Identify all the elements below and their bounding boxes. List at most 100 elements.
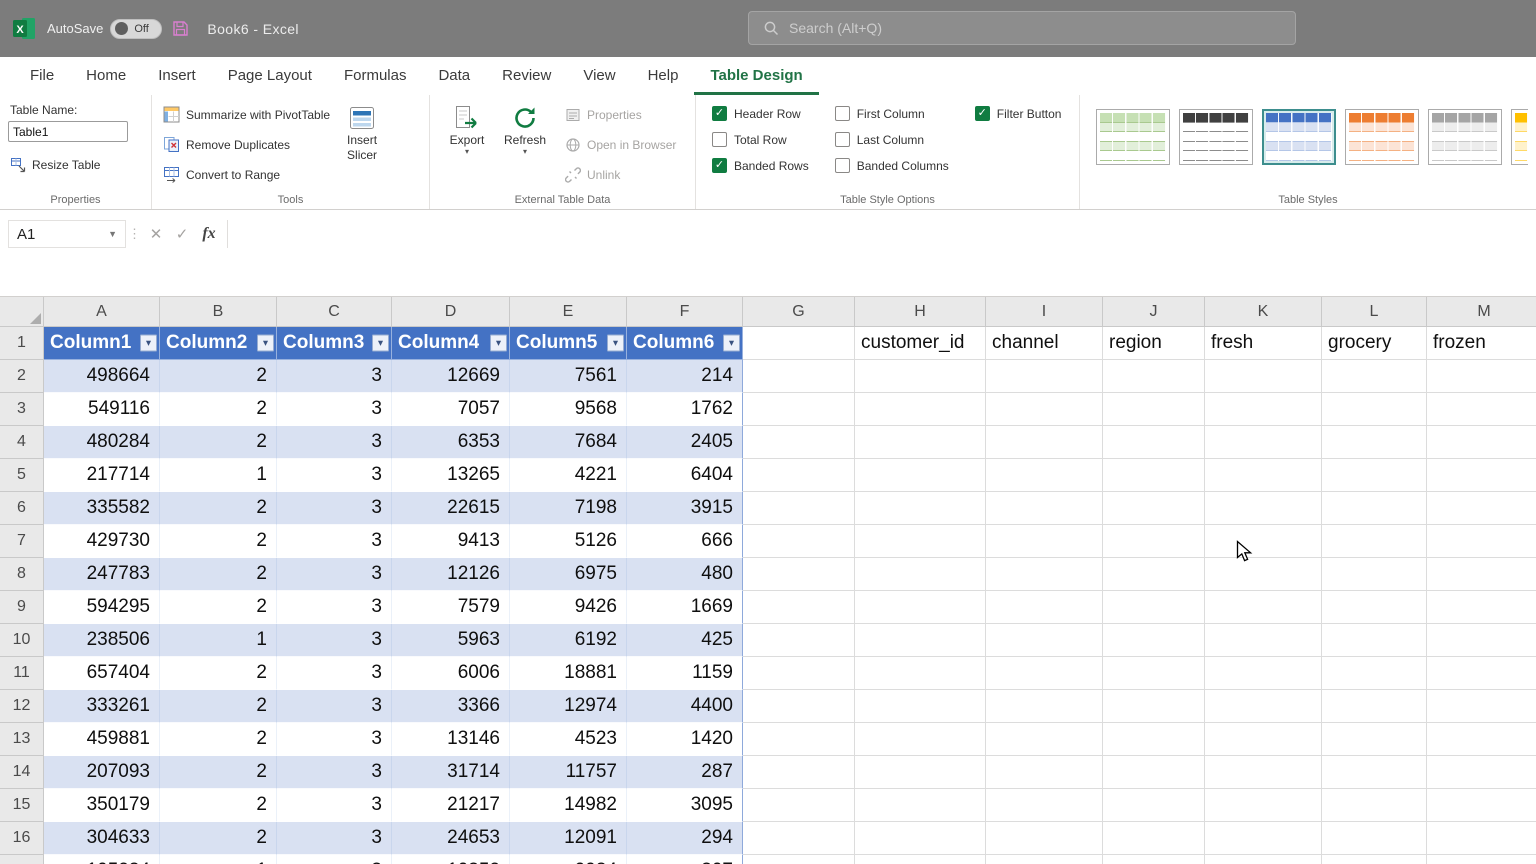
cell-L16[interactable] — [1322, 822, 1427, 855]
cell-L12[interactable] — [1322, 690, 1427, 723]
cell-H6[interactable] — [855, 492, 986, 525]
cell-I4[interactable] — [986, 426, 1103, 459]
cell-H13[interactable] — [855, 723, 986, 756]
cell-A1[interactable]: Column1▾ — [44, 327, 160, 360]
cell-K4[interactable] — [1205, 426, 1322, 459]
cell-M10[interactable] — [1427, 624, 1536, 657]
cell-G1[interactable] — [743, 327, 855, 360]
cell-J4[interactable] — [1103, 426, 1205, 459]
export-button[interactable]: Export ▾ — [438, 101, 496, 191]
row-header-15[interactable]: 15 — [0, 789, 44, 822]
cell-A12[interactable]: 333261 — [44, 690, 160, 723]
cell-B5[interactable]: 1 — [160, 459, 277, 492]
cell-J13[interactable] — [1103, 723, 1205, 756]
cell-L2[interactable] — [1322, 360, 1427, 393]
cell-B12[interactable]: 2 — [160, 690, 277, 723]
cell-G10[interactable] — [743, 624, 855, 657]
cell-D17[interactable]: 10352 — [392, 855, 510, 864]
cell-F3[interactable]: 1762 — [627, 393, 743, 426]
cell-J17[interactable] — [1103, 855, 1205, 864]
cell-F16[interactable]: 294 — [627, 822, 743, 855]
cell-M4[interactable] — [1427, 426, 1536, 459]
cell-H15[interactable] — [855, 789, 986, 822]
cell-I13[interactable] — [986, 723, 1103, 756]
cell-C7[interactable]: 3 — [277, 525, 392, 558]
cell-A6[interactable]: 335582 — [44, 492, 160, 525]
cell-B6[interactable]: 2 — [160, 492, 277, 525]
row-header-8[interactable]: 8 — [0, 558, 44, 591]
checkbox-filter-button[interactable]: ✓Filter Button — [975, 106, 1062, 121]
cell-M11[interactable] — [1427, 657, 1536, 690]
cell-I3[interactable] — [986, 393, 1103, 426]
save-icon[interactable] — [172, 20, 189, 37]
cell-E4[interactable]: 7684 — [510, 426, 627, 459]
table-style-medium-blue[interactable] — [1262, 109, 1336, 165]
column-header-G[interactable]: G — [743, 297, 855, 327]
cell-D10[interactable]: 5963 — [392, 624, 510, 657]
cell-K16[interactable] — [1205, 822, 1322, 855]
filter-button-column4[interactable]: ▾ — [490, 335, 507, 352]
cell-F11[interactable]: 1159 — [627, 657, 743, 690]
cell-C4[interactable]: 3 — [277, 426, 392, 459]
insert-slicer-button[interactable]: Insert Slicer — [333, 101, 391, 191]
button-remove-duplicates[interactable]: Remove Duplicates — [160, 133, 333, 156]
menu-tab-page-layout[interactable]: Page Layout — [212, 57, 328, 95]
cell-F13[interactable]: 1420 — [627, 723, 743, 756]
cell-G9[interactable] — [743, 591, 855, 624]
cell-B4[interactable]: 2 — [160, 426, 277, 459]
cell-M5[interactable] — [1427, 459, 1536, 492]
cell-A13[interactable]: 459881 — [44, 723, 160, 756]
cell-K10[interactable] — [1205, 624, 1322, 657]
cell-C5[interactable]: 3 — [277, 459, 392, 492]
cell-J10[interactable] — [1103, 624, 1205, 657]
cell-I11[interactable] — [986, 657, 1103, 690]
cell-K3[interactable] — [1205, 393, 1322, 426]
cell-K11[interactable] — [1205, 657, 1322, 690]
row-header-11[interactable]: 11 — [0, 657, 44, 690]
cell-C17[interactable]: 3 — [277, 855, 392, 864]
cell-B10[interactable]: 1 — [160, 624, 277, 657]
cell-E1[interactable]: Column5▾ — [510, 327, 627, 360]
cell-M14[interactable] — [1427, 756, 1536, 789]
cell-I15[interactable] — [986, 789, 1103, 822]
cell-D2[interactable]: 12669 — [392, 360, 510, 393]
cell-D14[interactable]: 31714 — [392, 756, 510, 789]
cell-B7[interactable]: 2 — [160, 525, 277, 558]
cell-G12[interactable] — [743, 690, 855, 723]
cell-C2[interactable]: 3 — [277, 360, 392, 393]
insert-function-icon[interactable]: fx — [195, 225, 223, 243]
cell-G15[interactable] — [743, 789, 855, 822]
cell-C16[interactable]: 3 — [277, 822, 392, 855]
cell-H1[interactable]: customer_id — [855, 327, 986, 360]
cell-J11[interactable] — [1103, 657, 1205, 690]
search-input[interactable]: Search (Alt+Q) — [748, 11, 1296, 45]
cell-J2[interactable] — [1103, 360, 1205, 393]
row-header-16[interactable]: 16 — [0, 822, 44, 855]
column-header-M[interactable]: M — [1427, 297, 1536, 327]
cell-E12[interactable]: 12974 — [510, 690, 627, 723]
cell-L6[interactable] — [1322, 492, 1427, 525]
cell-E13[interactable]: 4523 — [510, 723, 627, 756]
cell-A4[interactable]: 480284 — [44, 426, 160, 459]
cell-J1[interactable]: region — [1103, 327, 1205, 360]
cancel-icon[interactable]: ✕ — [143, 225, 169, 243]
cell-A17[interactable]: 105234 — [44, 855, 160, 864]
cell-A9[interactable]: 594295 — [44, 591, 160, 624]
cell-K14[interactable] — [1205, 756, 1322, 789]
cell-M1[interactable]: frozen — [1427, 327, 1536, 360]
cell-A7[interactable]: 429730 — [44, 525, 160, 558]
cell-M13[interactable] — [1427, 723, 1536, 756]
cell-D7[interactable]: 9413 — [392, 525, 510, 558]
resize-table-button[interactable]: Resize Table — [8, 155, 143, 175]
checkbox-banded-rows[interactable]: ✓Banded Rows — [712, 158, 809, 173]
cell-E11[interactable]: 18881 — [510, 657, 627, 690]
cell-G4[interactable] — [743, 426, 855, 459]
cell-L9[interactable] — [1322, 591, 1427, 624]
cell-L14[interactable] — [1322, 756, 1427, 789]
cell-I16[interactable] — [986, 822, 1103, 855]
cell-C12[interactable]: 3 — [277, 690, 392, 723]
cell-D9[interactable]: 7579 — [392, 591, 510, 624]
cell-F7[interactable]: 666 — [627, 525, 743, 558]
cell-G6[interactable] — [743, 492, 855, 525]
menu-tab-formulas[interactable]: Formulas — [328, 57, 423, 95]
